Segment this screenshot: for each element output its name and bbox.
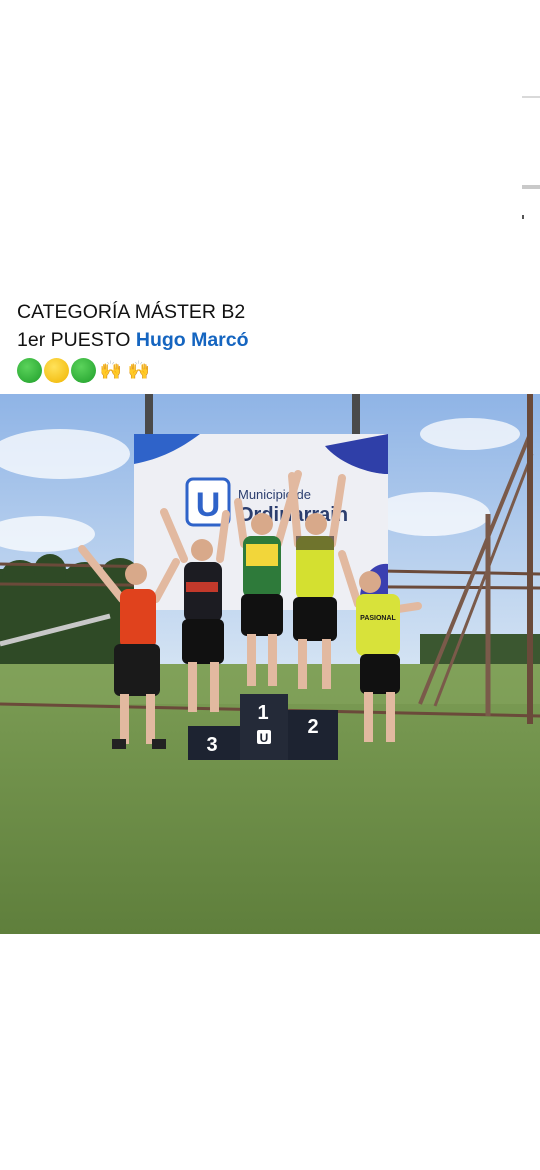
placement-line: 1er PUESTO Hugo Marcó	[17, 326, 517, 354]
post-caption: CATEGORÍA MÁSTER B2 1er PUESTO Hugo Marc…	[17, 298, 517, 384]
yellow-circle-icon	[44, 357, 69, 383]
banner-logo: U	[196, 486, 221, 524]
podium-number-2: 2	[307, 716, 318, 738]
scroll-indicator-mid	[522, 185, 540, 189]
emoji-row: 🙌 🙌	[17, 356, 517, 384]
podium-photo[interactable]: U Municipio de Ordiriarrain	[0, 394, 540, 934]
green-circle-icon	[17, 357, 42, 383]
scroll-indicator-top	[522, 96, 540, 98]
raising-hands-icon: 🙌	[127, 360, 151, 380]
placement-prefix: 1er PUESTO	[17, 329, 136, 351]
mention-link-hugo-marco[interactable]: Hugo Marcó	[136, 329, 249, 351]
edge-dot	[522, 215, 524, 219]
banner-text-municipio: Municipio de	[238, 487, 311, 502]
raising-hands-icon: 🙌	[99, 360, 123, 380]
category-title: CATEGORÍA MÁSTER B2	[17, 301, 246, 323]
podium-photo-illustration: U Municipio de Ordiriarrain	[0, 394, 540, 934]
green-circle-icon	[71, 357, 96, 383]
podium-number-3: 3	[206, 734, 217, 756]
podium-number-1: 1	[257, 702, 268, 724]
jersey-text: PASIONAL	[360, 615, 396, 622]
podium-logo: U	[260, 731, 269, 745]
